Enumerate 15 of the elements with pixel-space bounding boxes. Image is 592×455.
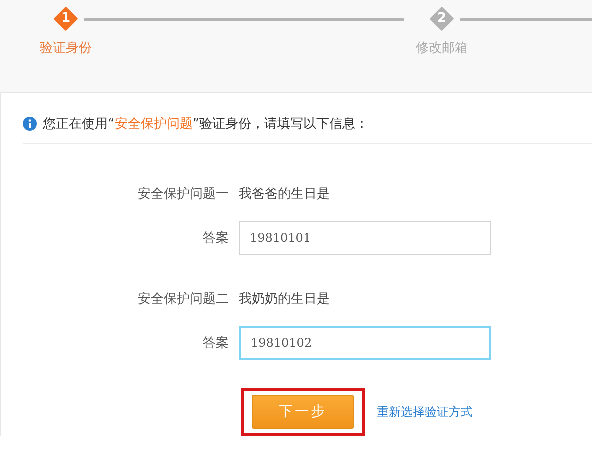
step-label: 验证身份: [39, 40, 93, 57]
step-marker: 2: [430, 7, 454, 31]
answer-label: 答案: [202, 335, 230, 352]
answer-field[interactable]: 19810101: [239, 221, 491, 255]
answer-label: 答案: [202, 230, 230, 247]
info-message: 您正在使用“安全保护问题”验证身份，请填写以下信息：: [43, 116, 368, 133]
step-marker: 1: [54, 7, 78, 31]
question-text: 我爸爸的生日是: [239, 186, 330, 203]
info-icon: [23, 117, 37, 131]
answer-field[interactable]: 19810102: [239, 326, 491, 360]
question-label: 安全保护问题二: [137, 291, 230, 308]
question-label: 安全保护问题一: [137, 186, 230, 203]
step-label: 修改邮箱: [415, 40, 469, 57]
question-text: 我奶奶的生日是: [239, 291, 330, 308]
reselect-link[interactable]: 重新选择验证方式: [377, 404, 473, 420]
